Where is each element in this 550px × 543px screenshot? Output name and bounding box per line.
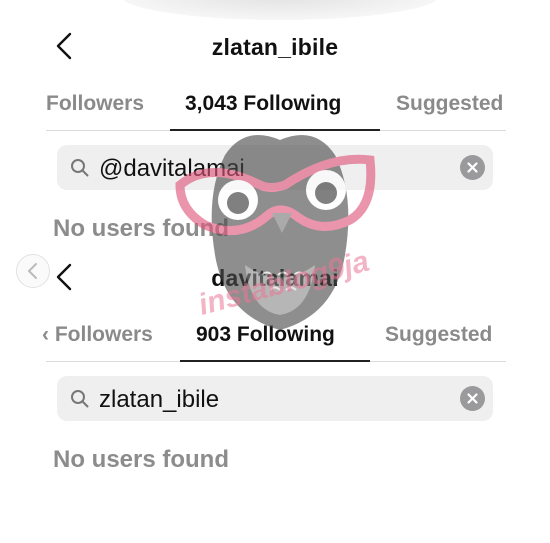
back-chevron-icon[interactable] bbox=[52, 261, 76, 293]
search-icon bbox=[71, 159, 89, 177]
profile-username: zlatan_ibile bbox=[211, 34, 339, 60]
tab-following[interactable]: 903 Following bbox=[196, 323, 335, 347]
tab-suggested[interactable]: Suggested bbox=[385, 323, 492, 347]
tab-bar: Followers 3,043 Following Suggested bbox=[0, 88, 550, 132]
tab-followers-label: Followers bbox=[54, 323, 153, 346]
top-blur-decoration bbox=[120, 0, 440, 20]
search-input[interactable]: zlatan_ibile bbox=[57, 376, 493, 421]
tab-following[interactable]: 3,043 Following bbox=[185, 92, 341, 116]
no-results-message: No users found bbox=[53, 215, 230, 242]
active-tab-indicator bbox=[170, 129, 380, 131]
scroll-left-indicator-icon: ‹ bbox=[42, 323, 55, 346]
search-query: zlatan_ibile bbox=[99, 386, 220, 413]
carousel-prev-icon bbox=[28, 263, 37, 279]
clear-search-button[interactable] bbox=[460, 386, 485, 411]
search-query: @davitalamai bbox=[99, 155, 245, 182]
search-input[interactable]: @davitalamai bbox=[57, 145, 493, 190]
clear-icon bbox=[467, 393, 478, 404]
tab-suggested[interactable]: Suggested bbox=[396, 92, 506, 116]
search-icon bbox=[71, 390, 89, 408]
no-results-message: No users found bbox=[53, 446, 230, 473]
tab-followers[interactable]: ‹ Followers bbox=[42, 323, 153, 347]
clear-icon bbox=[467, 162, 478, 173]
active-tab-indicator bbox=[180, 360, 370, 362]
profile-username: davitalamai bbox=[211, 265, 339, 291]
carousel-prev-button[interactable] bbox=[16, 254, 50, 288]
tab-bar: ‹ Followers 903 Following Suggested bbox=[0, 319, 550, 363]
back-chevron-icon[interactable] bbox=[52, 30, 76, 62]
tab-followers[interactable]: Followers bbox=[46, 92, 144, 116]
clear-search-button[interactable] bbox=[460, 155, 485, 180]
